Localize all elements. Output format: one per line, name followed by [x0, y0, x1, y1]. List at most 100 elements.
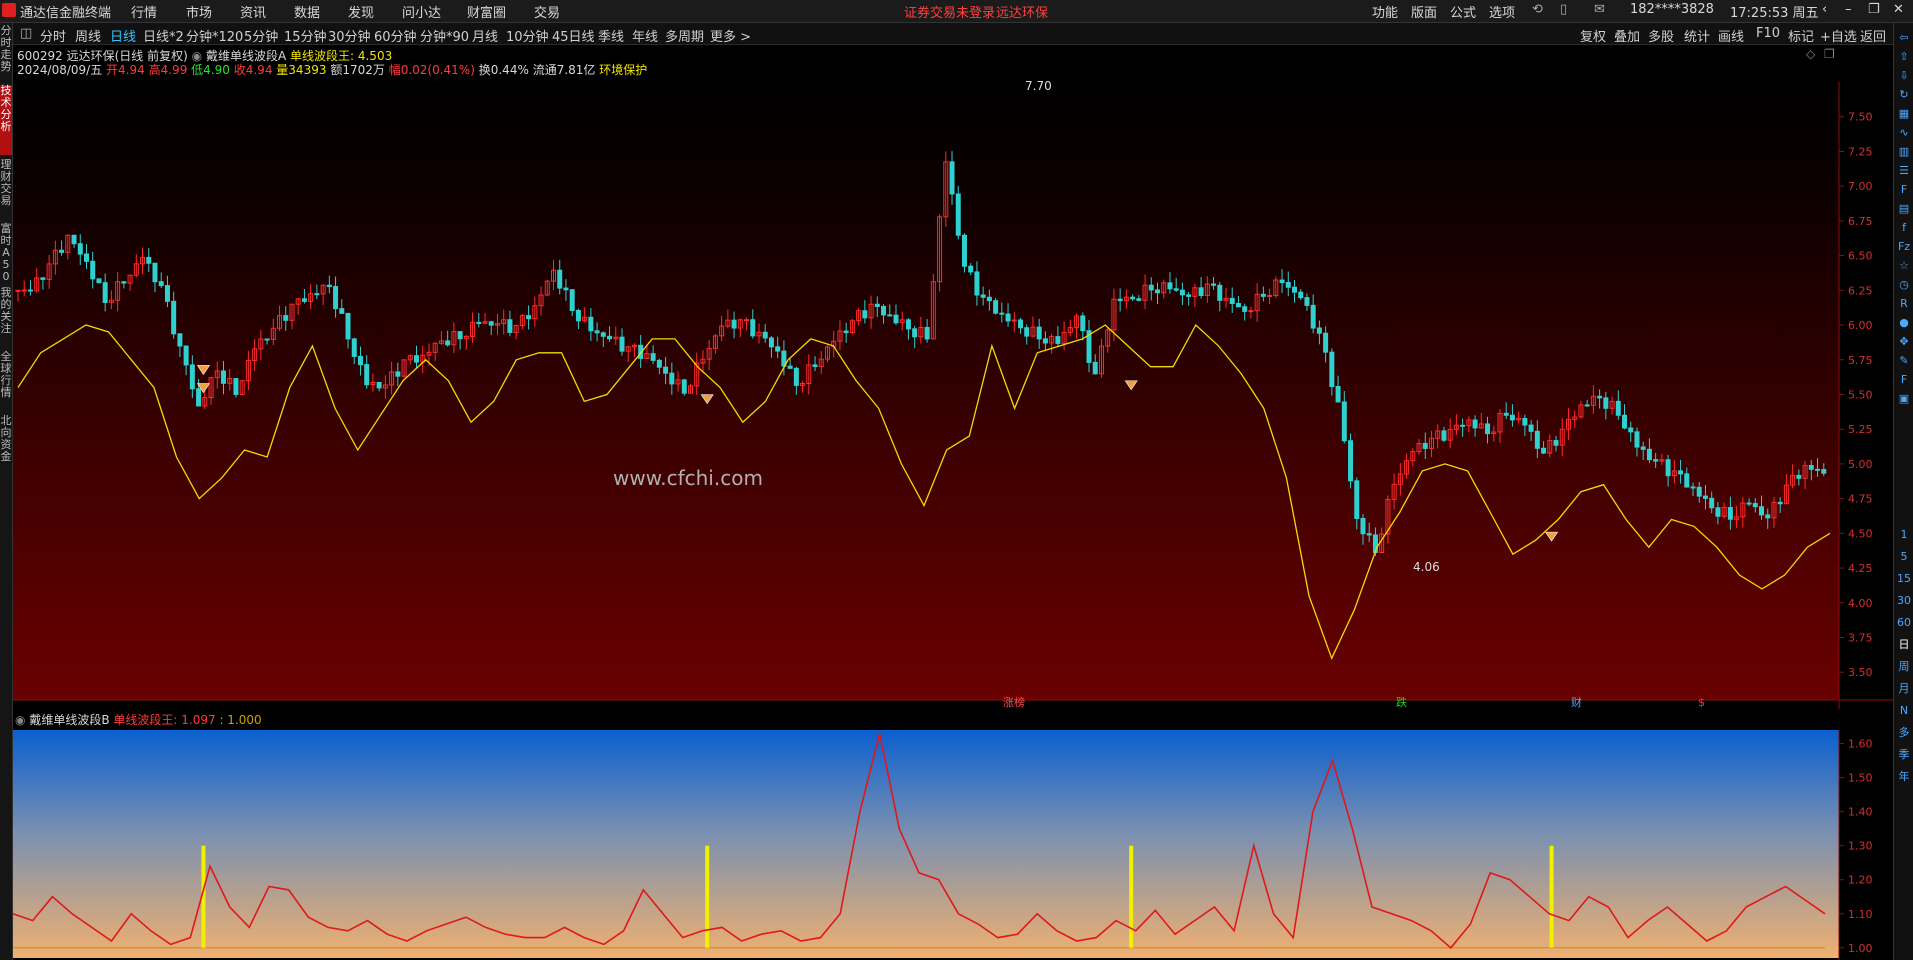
panel-diamond-icon[interactable]: ◇ [1806, 47, 1815, 61]
panel-maximize-icon[interactable]: ❐ [1824, 47, 1835, 61]
right-period-1[interactable]: 5 [1897, 550, 1911, 564]
right-period-4[interactable]: 60 [1897, 616, 1911, 630]
tab-period-min90[interactable]: 分钟*90 [420, 26, 469, 45]
menu-options[interactable]: 选项 [1489, 2, 1515, 21]
draw-line-button[interactable]: 画线 [1718, 26, 1744, 45]
menu-quotes[interactable]: 行情 [131, 2, 157, 21]
tab-period-60min[interactable]: 60分钟 [374, 26, 417, 45]
minimize-icon[interactable]: – [1845, 2, 1852, 17]
tab-period-min120[interactable]: 分钟*120 [186, 26, 243, 45]
mail-icon[interactable]: ✉ [1594, 2, 1605, 17]
return-button[interactable]: 返回 [1860, 26, 1886, 45]
candle-body-173 [1092, 361, 1098, 375]
tab-period-15min[interactable]: 15分钟 [284, 26, 327, 45]
right-period-7[interactable]: 月 [1897, 682, 1911, 696]
menu-data[interactable]: 数据 [294, 2, 320, 21]
multi-stock-button[interactable]: 多股 [1648, 26, 1674, 45]
doc-icon[interactable]: ▤ [1897, 202, 1911, 216]
tab-period-30min[interactable]: 30分钟 [328, 26, 371, 45]
maximize-icon[interactable]: ❐ [1868, 2, 1880, 17]
tab-period-5min[interactable]: 5分钟 [244, 26, 278, 45]
arrow-down-icon[interactable]: ⇩ [1897, 69, 1911, 83]
grid-icon[interactable]: ▦ [1897, 107, 1911, 121]
overlay-button[interactable]: 叠加 [1614, 26, 1640, 45]
bar-icon[interactable]: ▥ [1897, 145, 1911, 159]
f-icon[interactable]: f [1897, 221, 1911, 235]
event-label-limitup[interactable]: 涨榜 [1003, 695, 1025, 709]
mark-button[interactable]: 标记 [1788, 26, 1814, 45]
menu-trade[interactable]: 交易 [534, 2, 560, 21]
line-icon[interactable]: ∿ [1897, 126, 1911, 140]
f10-button[interactable]: F10 [1756, 26, 1780, 41]
indicator-b-name[interactable]: 戴维单线波段B [29, 713, 109, 727]
tab-intraday-trend[interactable]: 分时走势 [0, 25, 12, 83]
pencil-icon[interactable]: ✎ [1897, 354, 1911, 368]
clock-icon[interactable]: ◷ [1897, 278, 1911, 292]
right-period-3[interactable]: 30 [1897, 594, 1911, 608]
star-icon[interactable]: ☆ [1897, 259, 1911, 273]
restore-right-button[interactable]: 复权 [1580, 26, 1606, 45]
right-period-5[interactable]: 日 [1897, 638, 1911, 652]
right-period-9[interactable]: 多 [1897, 726, 1911, 740]
right-period-11[interactable]: 年 [1897, 770, 1911, 784]
phone-icon[interactable]: ▯ [1560, 2, 1567, 17]
tab-period-monthly[interactable]: 月线 [472, 26, 498, 45]
tab-wealth-trade[interactable]: 理财交易 [0, 159, 12, 219]
event-label-dividend[interactable]: $ [1698, 696, 1705, 709]
tab-period-quarterly[interactable]: 季线 [598, 26, 624, 45]
sub-indicator-chart[interactable]: 1.60 1.50 1.40 1.30 1.20 1.10 1.00 [13, 710, 1893, 960]
menu-wealth[interactable]: 财富圈 [467, 2, 506, 21]
event-label-finance[interactable]: 财 [1571, 695, 1582, 709]
drop-icon[interactable]: ● [1897, 316, 1911, 330]
list-icon[interactable]: ☰ [1897, 164, 1911, 178]
toggle-panel-icon[interactable]: ◫ [20, 26, 32, 41]
tab-northbound[interactable]: 北向资金 [0, 415, 12, 475]
right-period-0[interactable]: 1 [1897, 528, 1911, 542]
tab-ftse-a50[interactable]: 富时A50 [0, 223, 12, 283]
sector-label[interactable]: 环境保护 [599, 63, 647, 77]
menu-discover[interactable]: 发现 [348, 2, 374, 21]
arrow-left-icon[interactable]: ⇦ [1897, 31, 1911, 45]
event-label-down[interactable]: 跌 [1396, 695, 1407, 709]
right-period-6[interactable]: 周 [1897, 660, 1911, 674]
right-period-2[interactable]: 15 [1897, 572, 1911, 586]
right-period-8[interactable]: N [1897, 704, 1911, 718]
tab-period-daily[interactable]: 日线 [110, 26, 136, 45]
menu-formula[interactable]: 公式 [1450, 2, 1476, 21]
sync-icon[interactable]: ⟲ [1532, 2, 1543, 17]
tab-period-weekly[interactable]: 周线 [75, 26, 101, 45]
refresh-icon[interactable]: ↻ [1897, 88, 1911, 102]
tab-global-quotes[interactable]: 全球行情 [0, 351, 12, 411]
arrow-up-icon[interactable]: ⇧ [1897, 50, 1911, 64]
tab-period-intraday[interactable]: 分时 [40, 26, 66, 45]
close-icon[interactable]: ✕ [1893, 2, 1904, 17]
tab-period-10min[interactable]: 10分钟 [506, 26, 549, 45]
candle-body-74 [476, 321, 482, 324]
right-period-10[interactable]: 季 [1897, 748, 1911, 762]
tab-technical-analysis[interactable]: 技术分析 [0, 85, 12, 155]
tab-period-daily2[interactable]: 日线*2 [143, 26, 184, 45]
tab-multi-period[interactable]: 多周期 [665, 26, 704, 45]
tab-period-45day[interactable]: 45日线 [552, 26, 595, 45]
menu-layout[interactable]: 版面 [1411, 2, 1437, 21]
menu-market[interactable]: 市场 [186, 2, 212, 21]
fz-icon[interactable]: Fz [1897, 240, 1911, 254]
back-icon[interactable]: ‹ [1822, 2, 1827, 17]
fa-icon[interactable]: F [1897, 183, 1911, 197]
main-price-chart[interactable]: 7.50 7.25 7.00 6.75 6.50 6.25 6.00 5.75 5.50 5.25… [13, 45, 1893, 709]
chart-icon[interactable]: ▣ [1897, 392, 1911, 406]
add-watchlist-button[interactable]: +自选 [1820, 26, 1857, 45]
menu-function[interactable]: 功能 [1372, 2, 1398, 21]
rsi-icon[interactable]: R [1897, 297, 1911, 311]
tab-period-yearly[interactable]: 年线 [632, 26, 658, 45]
f5-icon[interactable]: F [1897, 373, 1911, 387]
more-periods-button[interactable]: 更多 > [710, 26, 751, 45]
account-label[interactable]: 182****3828 [1630, 2, 1714, 17]
menu-news[interactable]: 资讯 [240, 2, 266, 21]
menu-ask[interactable]: 问小达 [402, 2, 441, 21]
stats-button[interactable]: 统计 [1684, 26, 1710, 45]
move-icon[interactable]: ✥ [1897, 335, 1911, 349]
sub-settings-icon[interactable]: ◉ [15, 713, 25, 727]
tab-my-watch[interactable]: 我的关注 [0, 287, 12, 347]
login-warning[interactable]: 证券交易未登录 [904, 2, 995, 21]
